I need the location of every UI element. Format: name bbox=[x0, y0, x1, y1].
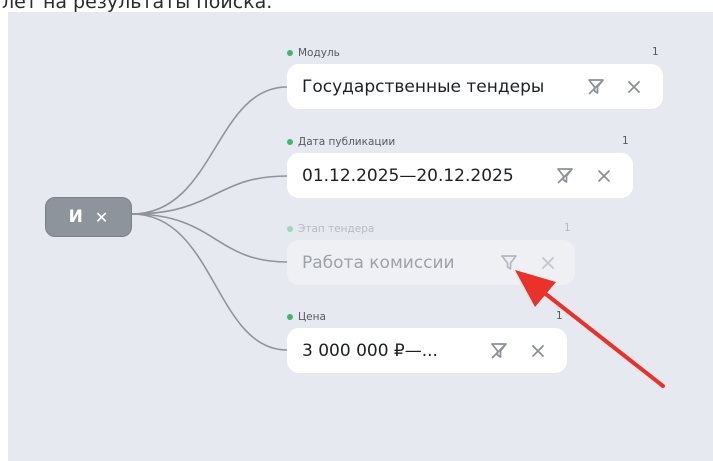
filter-chip[interactable]: Работа комиссии bbox=[287, 240, 575, 285]
and-operator-node[interactable]: И ✕ bbox=[45, 197, 132, 237]
filter-publication-date: Дата публикации 1 01.12.2025—20.12.2025 bbox=[287, 135, 633, 199]
filter-title: Дата публикации bbox=[298, 136, 396, 148]
status-dot bbox=[287, 226, 293, 232]
filter-tender-stage: Этап тендера 1 Работа комиссии bbox=[287, 222, 575, 286]
status-dot bbox=[287, 139, 293, 145]
filter-off-icon[interactable] bbox=[488, 340, 510, 362]
filter-count: 1 bbox=[564, 222, 571, 234]
filter-value: Работа комиссии bbox=[302, 252, 455, 273]
operator-label: И bbox=[68, 207, 83, 227]
filter-value: 01.12.2025—20.12.2025 bbox=[302, 165, 514, 186]
filter-value: 3 000 000 ₽—... bbox=[302, 340, 438, 361]
filter-title: Этап тендера bbox=[298, 223, 375, 235]
filter-chip[interactable]: 3 000 000 ₽—... bbox=[287, 328, 567, 373]
filter-count: 1 bbox=[652, 46, 659, 58]
filter-title: Модуль bbox=[298, 47, 340, 59]
close-icon[interactable]: ✕ bbox=[95, 208, 108, 227]
close-icon[interactable] bbox=[593, 165, 615, 187]
filter-header: Цена bbox=[287, 310, 326, 324]
filter-header: Дата публикации bbox=[287, 135, 395, 149]
filter-count: 1 bbox=[622, 135, 629, 147]
filter-price: Цена 1 3 000 000 ₽—... bbox=[287, 310, 567, 374]
filter-count: 1 bbox=[556, 310, 563, 322]
close-icon[interactable] bbox=[537, 252, 559, 274]
status-dot bbox=[287, 50, 293, 56]
filter-chip[interactable]: Государственные тендеры bbox=[287, 64, 663, 109]
filter-header: Этап тендера bbox=[287, 222, 374, 236]
filter-title: Цена bbox=[298, 311, 326, 323]
filter-chip[interactable]: 01.12.2025—20.12.2025 bbox=[287, 153, 633, 198]
filter-value: Государственные тендеры bbox=[302, 76, 545, 97]
filter-module: Модуль 1 Государственные тендеры bbox=[287, 46, 663, 110]
close-icon[interactable] bbox=[623, 76, 645, 98]
filter-off-icon[interactable] bbox=[585, 76, 607, 98]
filter-header: Модуль bbox=[287, 46, 340, 60]
filter-icon[interactable] bbox=[498, 252, 520, 274]
status-dot bbox=[287, 314, 293, 320]
close-icon[interactable] bbox=[527, 340, 549, 362]
filter-off-icon[interactable] bbox=[554, 165, 576, 187]
